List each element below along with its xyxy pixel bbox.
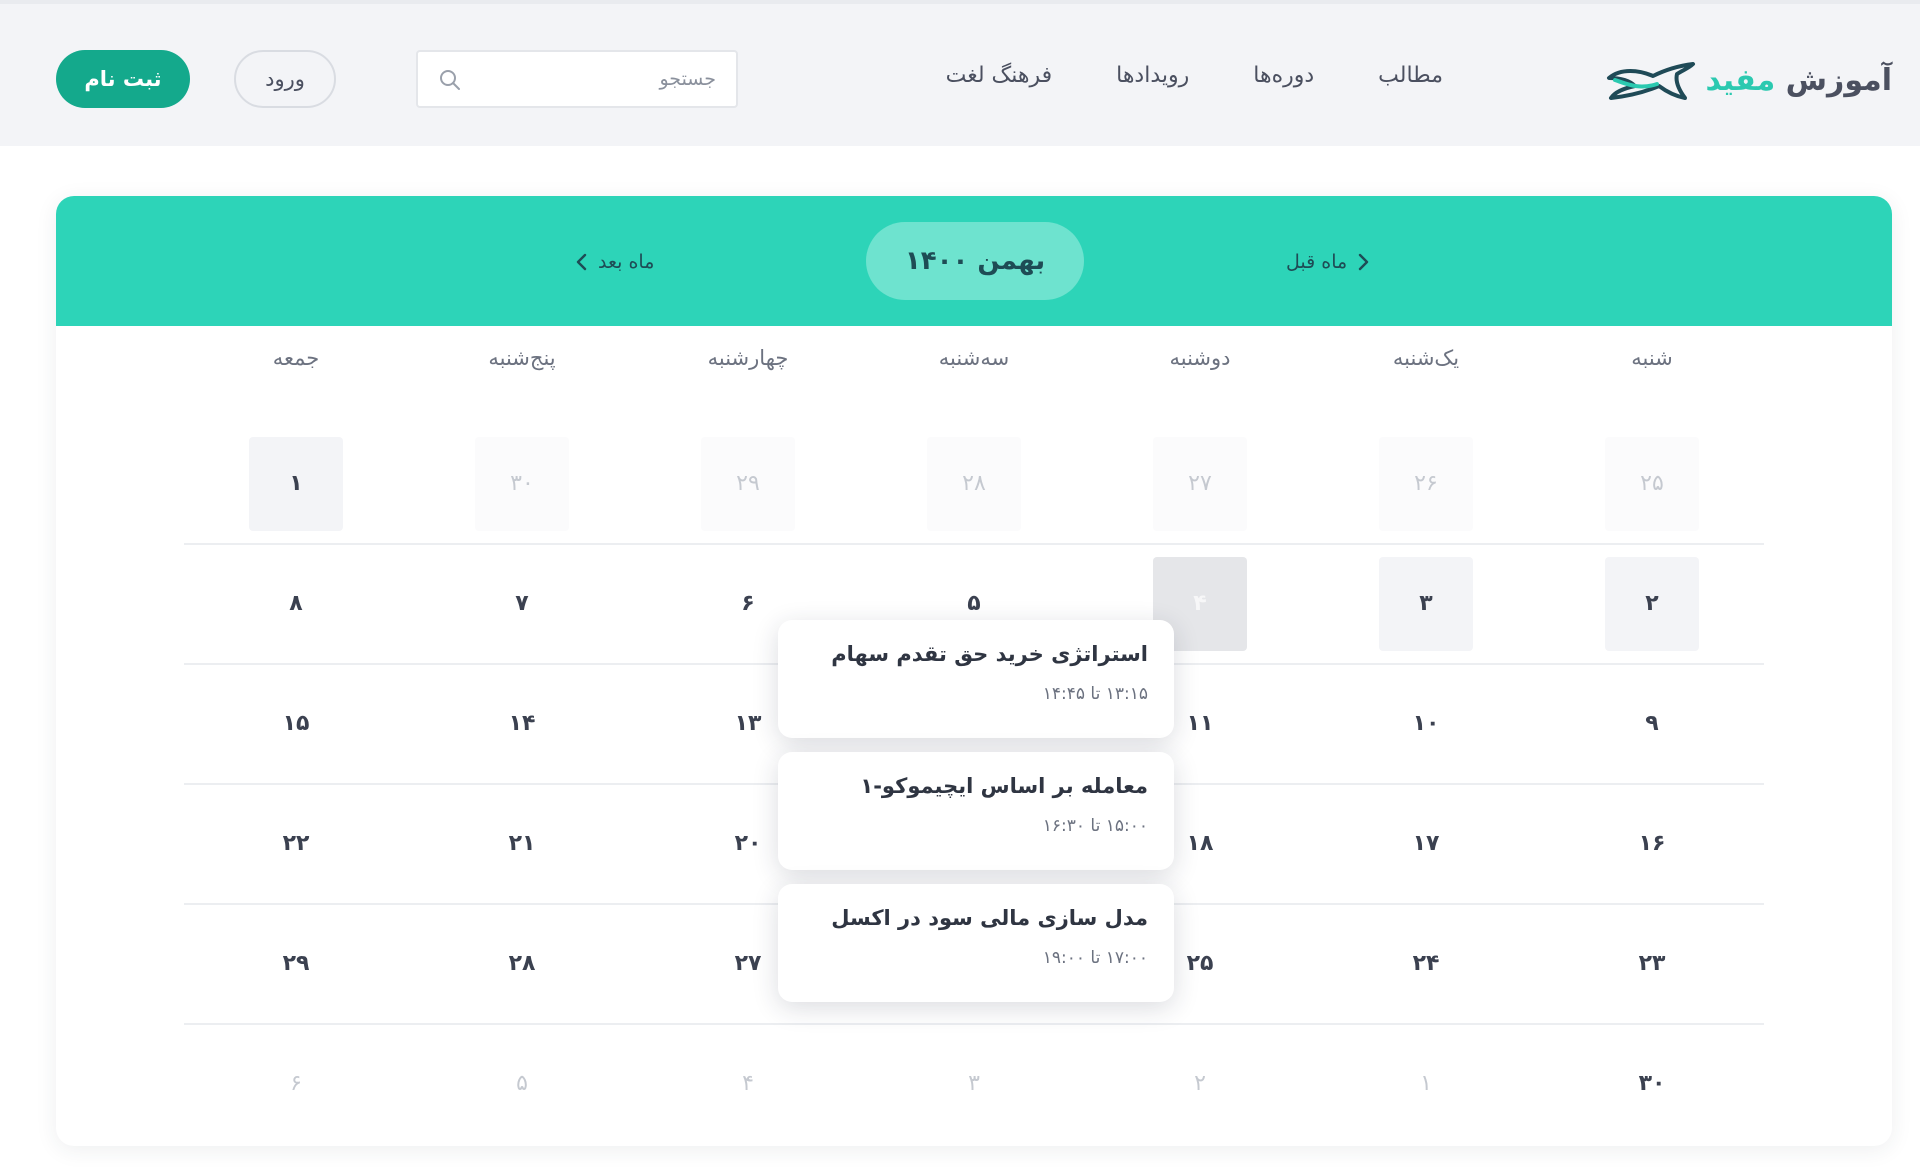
site-header: آموزش مفید مطالب دوره‌ها رویدادها فرهنگ … [0, 0, 1920, 146]
day-cell[interactable]: ۱۴ [475, 677, 569, 771]
event-card[interactable]: معامله بر اساس ایچیموکو-۱ ۱۵:۰۰ تا ۱۶:۳۰ [778, 752, 1174, 870]
day-cell[interactable]: ۳۰ [1605, 1037, 1699, 1131]
chevron-right-icon [1358, 253, 1369, 271]
nav-articles[interactable]: مطالب [1346, 56, 1475, 96]
weekday-tue: سه‌شنبه [938, 346, 1010, 370]
day-cell[interactable]: ۱۵ [249, 677, 343, 771]
nav-dictionary[interactable]: فرهنگ لغت [914, 56, 1085, 96]
calendar-card: ماه قبل بهمن ۱۴۰۰ ماه بعد شنبه یک‌شنبه د… [56, 196, 1892, 1146]
chevron-left-icon [576, 253, 587, 271]
logo[interactable]: آموزش مفید [1605, 50, 1893, 110]
day-cell[interactable]: ۱ [249, 437, 343, 531]
day-cell[interactable]: ۸ [249, 557, 343, 651]
prev-month-button[interactable]: ماه قبل [1286, 242, 1371, 282]
day-cell[interactable]: ۵ [475, 1037, 569, 1131]
day-cell[interactable]: ۲۳ [1605, 917, 1699, 1011]
row-divider [184, 1023, 1764, 1025]
event-card[interactable]: مدل سازی مالی سود در اکسل ۱۷:۰۰ تا ۱۹:۰۰ [778, 884, 1174, 1002]
row-divider [184, 543, 1764, 545]
search-input[interactable] [476, 52, 716, 106]
day-cell[interactable]: ۹ [1605, 677, 1699, 771]
event-title: معامله بر اساس ایچیموکو-۱ [860, 774, 1148, 798]
event-time: ۱۳:۱۵ تا ۱۴:۴۵ [1042, 684, 1148, 704]
weekday-thu: پنج‌شنبه [488, 346, 556, 370]
weekday-header: شنبه یک‌شنبه دوشنبه سه‌شنبه چهارشنبه پنج… [56, 346, 1892, 406]
logo-text: آموزش مفید [1705, 63, 1892, 98]
login-button[interactable]: ورود [234, 50, 336, 108]
day-cell[interactable]: ۲۸ [475, 917, 569, 1011]
prev-month-label: ماه قبل [1286, 251, 1348, 273]
weekday-fri: جمعه [272, 346, 320, 370]
day-cell[interactable]: ۲۶ [1379, 437, 1473, 531]
event-title: مدل سازی مالی سود در اکسل [831, 906, 1148, 930]
day-cell[interactable]: ۶ [249, 1037, 343, 1131]
logo-name: آموزش [1785, 62, 1893, 98]
day-cell[interactable]: ۲۹ [249, 917, 343, 1011]
event-card[interactable]: استراتژی خرید حق تقدم سهام ۱۳:۱۵ تا ۱۴:۴… [778, 620, 1174, 738]
day-cell[interactable]: ۲۸ [927, 437, 1021, 531]
day-cell[interactable]: ۲ [1153, 1037, 1247, 1131]
event-title: استراتژی خرید حق تقدم سهام [831, 642, 1148, 666]
day-cell[interactable]: ۷ [475, 557, 569, 651]
nav-courses[interactable]: دوره‌ها [1221, 56, 1346, 96]
signup-button[interactable]: ثبت نام [56, 50, 190, 108]
next-month-label: ماه بعد [598, 251, 655, 273]
search-icon[interactable] [438, 68, 462, 92]
bird-logo-icon [1607, 62, 1696, 100]
day-cell[interactable]: ۲۱ [475, 797, 569, 891]
weekday-sat: شنبه [1631, 346, 1673, 370]
main-nav: مطالب دوره‌ها رویدادها فرهنگ لغت [914, 56, 1475, 96]
day-cell[interactable]: ۴ [701, 1037, 795, 1131]
day-cell[interactable]: ۲۷ [1153, 437, 1247, 531]
day-cell[interactable]: ۲۲ [249, 797, 343, 891]
day-cell[interactable]: ۳ [927, 1037, 1021, 1131]
day-cell[interactable]: ۱ [1379, 1037, 1473, 1131]
day-cell[interactable]: ۲۵ [1605, 437, 1699, 531]
nav-events[interactable]: رویدادها [1084, 56, 1221, 96]
next-month-button[interactable]: ماه بعد [574, 242, 654, 282]
day-cell[interactable]: ۱۶ [1605, 797, 1699, 891]
day-cell[interactable]: ۳ [1379, 557, 1473, 651]
weekday-mon: دوشنبه [1169, 346, 1231, 370]
event-time: ۱۷:۰۰ تا ۱۹:۰۰ [1042, 948, 1148, 968]
weekday-sun: یک‌شنبه [1392, 346, 1460, 370]
current-month-title: بهمن ۱۴۰۰ [866, 222, 1084, 300]
day-cell[interactable]: ۲۴ [1379, 917, 1473, 1011]
weekday-wed: چهارشنبه [707, 346, 789, 370]
day-cell[interactable]: ۳۰ [475, 437, 569, 531]
logo-accent: مفید [1705, 62, 1776, 98]
day-cell[interactable]: ۱۷ [1379, 797, 1473, 891]
day-cell[interactable]: ۲۹ [701, 437, 795, 531]
search-box [416, 50, 738, 108]
calendar-header: ماه قبل بهمن ۱۴۰۰ ماه بعد [56, 196, 1892, 326]
day-cell[interactable]: ۱۰ [1379, 677, 1473, 771]
event-time: ۱۵:۰۰ تا ۱۶:۳۰ [1042, 816, 1148, 836]
day-cell[interactable]: ۲ [1605, 557, 1699, 651]
